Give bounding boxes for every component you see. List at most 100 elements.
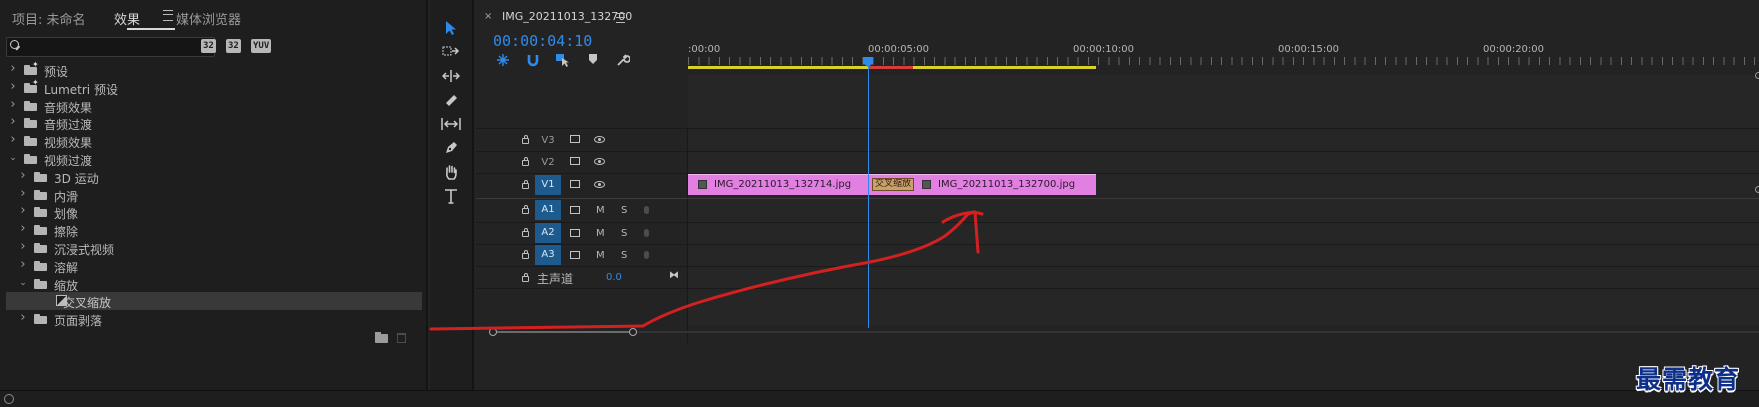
timeline-zoom-scrollbar[interactable]	[489, 328, 1759, 336]
lock-icon[interactable]	[522, 157, 529, 166]
chevron-right-icon[interactable]: ›	[18, 240, 28, 253]
close-sequence-icon[interactable]: ×	[484, 11, 492, 22]
nest-toggle-button[interactable]	[494, 53, 512, 69]
lock-icon[interactable]	[522, 205, 529, 214]
selection-tool[interactable]	[440, 20, 462, 40]
eye-icon[interactable]	[594, 181, 605, 188]
effects-tree-item[interactable]: › 溶解	[6, 257, 422, 275]
track-target-a2[interactable]: A2	[535, 223, 561, 243]
timeline-settings-button[interactable]	[614, 53, 632, 69]
playhead-timecode[interactable]: 00:00:04:10	[493, 32, 592, 50]
32bit-effects-filter-button[interactable]: 32	[226, 39, 241, 53]
razor-tool[interactable]	[440, 92, 462, 112]
effects-tree-item[interactable]: › 音频效果	[6, 97, 422, 115]
effects-tree-item[interactable]: › 3D 运动	[6, 168, 422, 186]
chevron-right-icon[interactable]: ›	[18, 311, 28, 324]
type-tool[interactable]	[440, 188, 462, 208]
microphone-icon[interactable]	[644, 229, 649, 237]
chevron-right-icon[interactable]: ›	[8, 133, 18, 146]
chevron-right-icon[interactable]: ›	[18, 222, 28, 235]
scrollbar-left-handle[interactable]	[489, 328, 497, 336]
effects-tree-item[interactable]: › 视频效果	[6, 132, 422, 150]
track-target-a1[interactable]: A1	[535, 200, 561, 220]
chevron-right-icon[interactable]: ›	[8, 98, 18, 111]
lock-icon[interactable]	[522, 273, 529, 282]
clip-1[interactable]: IMG_20211013_132714.jpg	[688, 174, 868, 195]
effects-tree-item[interactable]: › 页面剥落	[6, 310, 422, 328]
ripple-edit-tool[interactable]	[440, 68, 462, 88]
solo-button[interactable]: S	[621, 228, 627, 239]
effects-tree-item[interactable]: › 音频过渡	[6, 114, 422, 132]
accelerated-effects-filter-button[interactable]: 32	[201, 39, 216, 53]
track-select-tool[interactable]	[440, 44, 462, 64]
sync-lock-icon[interactable]	[570, 135, 580, 143]
go-to-end-icon[interactable]: ⧓	[669, 270, 679, 281]
mute-button[interactable]: M	[596, 228, 605, 239]
eye-icon[interactable]	[594, 158, 605, 165]
solo-button[interactable]: S	[621, 205, 627, 216]
effects-tree-item[interactable]: › 划像	[6, 203, 422, 221]
eye-icon[interactable]	[594, 136, 605, 143]
sync-lock-icon[interactable]	[570, 229, 580, 237]
chevron-right-icon[interactable]: ›	[18, 204, 28, 217]
effects-tree-item[interactable]: ⌄ 视频过渡	[6, 150, 422, 168]
pen-tool[interactable]	[440, 140, 462, 160]
effects-tree-item[interactable]: ⌄ 缩放	[6, 275, 422, 293]
sequence-menu-icon[interactable]	[616, 13, 625, 23]
lock-icon[interactable]	[522, 135, 529, 144]
chevron-down-icon[interactable]: ⌄	[18, 278, 28, 288]
track-target-v1[interactable]: V1	[535, 175, 561, 195]
solo-button[interactable]: S	[621, 250, 627, 261]
mute-button[interactable]: M	[596, 250, 605, 261]
chevron-right-icon[interactable]: ›	[8, 80, 18, 93]
sync-lock-icon[interactable]	[570, 206, 580, 214]
effects-tree-item[interactable]: › 擦除	[6, 221, 422, 239]
add-marker-button[interactable]	[584, 53, 602, 69]
cross-zoom-transition[interactable]: 交叉缩放	[872, 178, 914, 191]
tab-media-browser[interactable]: 媒体浏览器	[176, 9, 241, 28]
tab-project[interactable]: 项目: 未命名	[12, 9, 86, 28]
scrollbar-track[interactable]	[633, 331, 1759, 333]
trash-icon[interactable]	[397, 333, 406, 343]
time-ruler[interactable]	[688, 57, 1759, 65]
playhead-line[interactable]	[868, 60, 869, 328]
lock-icon[interactable]	[522, 250, 529, 259]
microphone-icon[interactable]	[644, 206, 649, 214]
effects-tree-item[interactable]: › 沉浸式视频	[6, 239, 422, 257]
effects-tree-item[interactable]: 交叉缩放	[6, 292, 422, 311]
microphone-icon[interactable]	[644, 251, 649, 259]
sync-lock-icon[interactable]	[570, 180, 580, 188]
effects-tree-item[interactable]: › ✦ Lumetri 预设	[6, 78, 422, 97]
chevron-right-icon[interactable]: ›	[18, 258, 28, 271]
effects-search-input[interactable]	[25, 38, 210, 56]
track-target-a3[interactable]: A3	[535, 245, 561, 265]
effects-search-box[interactable]	[6, 37, 215, 57]
chevron-right-icon[interactable]: ›	[8, 62, 18, 75]
scrollbar-thumb[interactable]	[493, 331, 633, 333]
chevron-down-icon[interactable]: ⌄	[8, 153, 18, 163]
panel-menu-icon[interactable]	[163, 10, 173, 21]
master-volume-value[interactable]: 0.0	[606, 272, 622, 283]
linked-selection-button[interactable]	[554, 53, 572, 69]
tab-effects[interactable]: 效果	[114, 9, 140, 28]
sequence-tab[interactable]: IMG_20211013_132700	[502, 10, 632, 23]
snap-button[interactable]	[524, 53, 542, 69]
status-icon[interactable]	[4, 394, 14, 404]
lock-icon[interactable]	[522, 180, 529, 189]
hand-tool[interactable]	[440, 164, 462, 184]
sync-lock-icon[interactable]	[570, 251, 580, 259]
effects-tree-item[interactable]: › ✦ 预设	[6, 60, 422, 79]
chevron-right-icon[interactable]: ›	[18, 169, 28, 182]
chevron-right-icon[interactable]: ›	[8, 115, 18, 128]
vertical-zoom-handle[interactable]	[1755, 186, 1759, 193]
lock-icon[interactable]	[522, 228, 529, 237]
chevron-right-icon[interactable]: ›	[18, 187, 28, 200]
scrollbar-right-handle[interactable]	[629, 328, 637, 336]
mute-button[interactable]: M	[596, 205, 605, 216]
new-bin-icon[interactable]	[375, 332, 388, 343]
effects-tree-item[interactable]: › 内滑	[6, 186, 422, 204]
slip-tool[interactable]	[440, 116, 462, 136]
vertical-zoom-handle[interactable]	[1755, 72, 1759, 79]
yuv-effects-filter-button[interactable]: YUV	[251, 39, 272, 53]
sync-lock-icon[interactable]	[570, 157, 580, 165]
